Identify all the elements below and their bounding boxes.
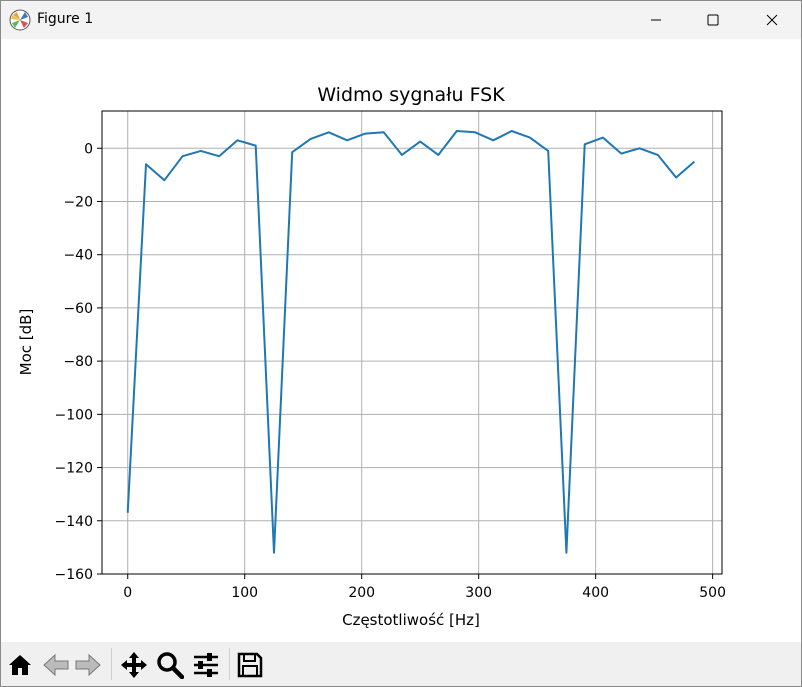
x-axis-label: Częstotliwość [Hz] <box>342 611 480 629</box>
zoom-button[interactable] <box>155 650 185 680</box>
toolbar-separator <box>111 648 112 680</box>
configure-subplots-button[interactable] <box>191 650 221 680</box>
minimize-button[interactable] <box>633 1 679 39</box>
x-tick-label: 300 <box>465 585 492 601</box>
chart-title: Widmo sygnału FSK <box>317 84 505 106</box>
back-arrow-icon <box>43 653 69 677</box>
axes-frame <box>101 110 723 575</box>
home-icon <box>9 655 31 675</box>
forward-button[interactable] <box>73 650 103 680</box>
y-tick-label: −100 <box>55 407 93 423</box>
x-tick-label: 200 <box>348 585 375 601</box>
y-tick-label: −40 <box>63 248 93 264</box>
configure-subplots-icon <box>194 653 218 677</box>
y-tick-label: −20 <box>63 194 93 210</box>
y-tick-label: −160 <box>55 567 93 583</box>
x-tick-label: 0 <box>123 585 132 601</box>
plot-area: 0 100 200 300 400 500 0 −20 −40 −60 −80 −100 −120 −14… <box>1 39 801 642</box>
spectrum-line <box>126 130 696 554</box>
y-tick-label: −80 <box>63 354 93 370</box>
close-icon <box>766 14 778 26</box>
x-tick-label: 500 <box>699 585 726 601</box>
figure-window: Figure 1 0 100 200 300 400 500 0 −20 −40 −60 −80 −1… <box>0 0 802 687</box>
matplotlib-logo-icon <box>9 9 31 31</box>
y-tick-label: −120 <box>55 461 93 477</box>
minimize-icon <box>651 19 661 21</box>
pan-icon <box>121 652 147 678</box>
back-button[interactable] <box>41 650 71 680</box>
navigation-toolbar <box>1 642 801 686</box>
y-axis-label: Moc [dB] <box>17 309 35 376</box>
window-title: Figure 1 <box>37 11 94 27</box>
y-tick-label: −140 <box>55 514 93 530</box>
zoom-icon <box>157 652 184 679</box>
pan-button[interactable] <box>119 650 149 680</box>
x-tick-label: 400 <box>582 585 609 601</box>
save-button[interactable] <box>235 650 265 680</box>
forward-arrow-icon <box>75 653 101 677</box>
y-tick-label: 0 <box>84 141 93 157</box>
home-button[interactable] <box>5 650 35 680</box>
maximize-icon <box>707 14 719 26</box>
title-bar[interactable]: Figure 1 <box>1 1 801 39</box>
close-button[interactable] <box>749 1 795 39</box>
y-tick-label: −60 <box>63 301 93 317</box>
chart-canvas[interactable]: 0 100 200 300 400 500 0 −20 −40 −60 −80 −100 −120 −14… <box>1 39 801 642</box>
save-icon <box>237 652 263 678</box>
x-tick-label: 100 <box>231 585 258 601</box>
maximize-button[interactable] <box>690 1 736 39</box>
toolbar-separator <box>229 648 230 680</box>
